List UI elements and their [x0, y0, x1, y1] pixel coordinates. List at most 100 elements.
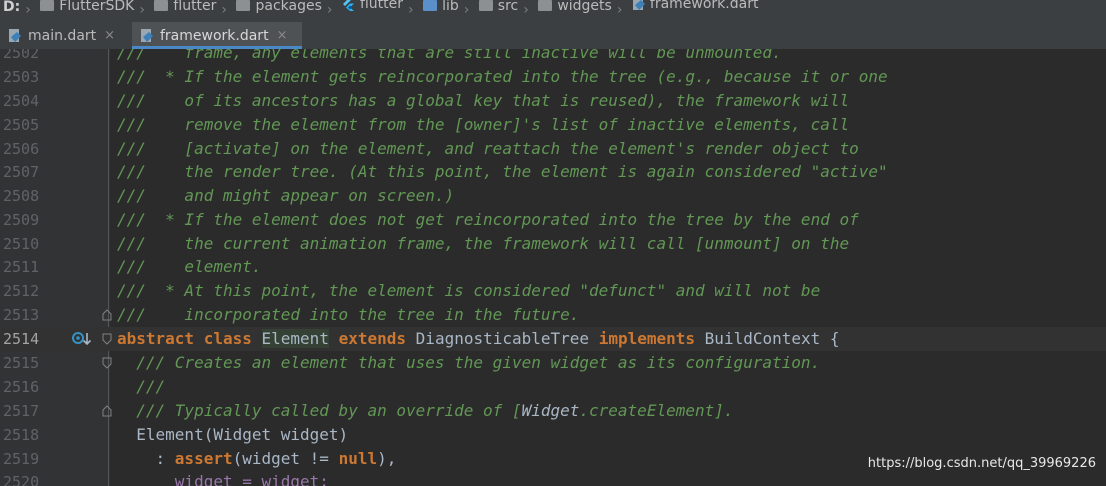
line-number: 2511	[3, 258, 40, 276]
initializer-assert: : assert(widget != null),	[117, 447, 397, 471]
comment-text: /// frame, any elements that are still i…	[117, 49, 782, 62]
editor-tabs: main.dart × framework.dart ×	[0, 17, 1106, 50]
chevron-right-icon: ›	[616, 2, 623, 17]
watermark: https://blog.csdn.net/qq_39969226	[867, 456, 1096, 471]
comment-text: /// Typically called by an override of […	[117, 399, 734, 423]
fold-end-icon[interactable]	[102, 405, 112, 417]
comment-text: /// the current animation frame, the fra…	[117, 234, 850, 253]
doc-dot: .	[579, 401, 590, 420]
breadcrumb-label: FlutterSDK	[59, 0, 135, 14]
line-number: 2509	[3, 211, 40, 229]
code-line[interactable]: 2518 Element(Widget widget)	[0, 423, 1106, 447]
breadcrumb-src[interactable]: src	[478, 0, 518, 13]
line-number: 2508	[3, 187, 40, 205]
line-number: 2515	[3, 354, 40, 372]
line-number: 2504	[3, 92, 40, 110]
code-line[interactable]: 2510 /// the current animation frame, the…	[0, 232, 1106, 256]
chevron-right-icon: ›	[463, 2, 470, 17]
code-line[interactable]: 2504 /// of its ancestors has a global ke…	[0, 89, 1106, 113]
breadcrumb-flutter-package[interactable]: flutter	[342, 0, 403, 11]
line-number: 2520	[3, 473, 40, 486]
dart-file-icon	[141, 28, 153, 42]
chevron-right-icon: ›	[25, 2, 31, 17]
line-number: 2517	[3, 402, 40, 420]
line-number: 2512	[3, 282, 40, 300]
breadcrumb-framework-dart[interactable]: framework.dart	[632, 0, 759, 12]
comment-text: /// of its ancestors has a global key th…	[117, 91, 850, 110]
tab-label: main.dart	[28, 27, 97, 44]
code-line[interactable]: 2516 ///	[0, 375, 1106, 399]
fold-start-icon[interactable]	[102, 357, 112, 369]
breadcrumb-label: widgets	[557, 0, 612, 14]
initializer-colon: :	[117, 449, 175, 468]
line-number: 2507	[3, 163, 40, 181]
close-icon[interactable]: ×	[277, 28, 288, 43]
breadcrumb-drive[interactable]: D:	[3, 0, 20, 14]
keyword-extends: extends	[338, 329, 407, 348]
code-line[interactable]: 2508 /// and might appear on screen.)	[0, 184, 1106, 208]
keyword-assert: assert	[174, 449, 233, 468]
comment-text: /// * At this point, the element is cons…	[117, 281, 821, 300]
overridden-implementation-icon[interactable]	[71, 330, 93, 348]
comment-text: /// incorporated into the tree in the fu…	[117, 305, 580, 324]
breadcrumb-label: framework.dart	[649, 0, 759, 12]
chevron-right-icon: ›	[221, 2, 228, 17]
breadcrumb-label: lib	[442, 0, 459, 14]
class-declaration: abstract class Element extends Diagnosti…	[117, 327, 840, 351]
breadcrumb-fluttersdk[interactable]: FlutterSDK	[40, 0, 134, 13]
fold-start-icon[interactable]	[102, 333, 112, 345]
tab-main-dart[interactable]: main.dart ×	[8, 22, 122, 49]
code-editor[interactable]: 2502 /// frame, any elements that are sti…	[0, 49, 1106, 486]
code-line[interactable]: 2517 /// Typically called by an override…	[0, 399, 1106, 423]
base-class: DiagnosticableTree	[415, 329, 590, 348]
code-line[interactable]: 2502 /// frame, any elements that are sti…	[0, 49, 1106, 65]
comment-text: ///	[117, 377, 166, 396]
breadcrumb-lib[interactable]: lib	[423, 0, 459, 13]
line-number: 2506	[3, 140, 40, 158]
code-line[interactable]: 2506 /// [activate] on the element, and r…	[0, 137, 1106, 161]
folder-icon	[538, 0, 553, 11]
fold-end-icon[interactable]	[102, 309, 112, 321]
line-number: 2505	[3, 116, 40, 134]
line-number: 2513	[3, 306, 40, 324]
tab-framework-dart[interactable]: framework.dart ×	[132, 22, 302, 49]
dart-file-icon	[632, 0, 645, 10]
comment-text: /// * If the element gets reincorporated…	[117, 67, 888, 86]
code-line[interactable]: 2503 /// * If the element gets reincorpor…	[0, 65, 1106, 89]
code-line[interactable]: 2511 /// element.	[0, 255, 1106, 279]
code-line-current[interactable]: 2514 abstract class Element extends Diag…	[0, 327, 1106, 351]
breadcrumb: D: › FlutterSDK › flutter › packages › flutt…	[0, 0, 1106, 17]
open-brace: {	[820, 329, 840, 348]
folder-icon	[478, 0, 493, 11]
code-line[interactable]: 2505 /// remove the element from the [own…	[0, 113, 1106, 137]
comment-text: /// Creates an element that uses the giv…	[117, 353, 821, 372]
chevron-right-icon: ›	[523, 2, 529, 17]
code-line[interactable]: 2512 /// * At this point, the element is …	[0, 279, 1106, 303]
keyword-null: null	[338, 449, 378, 468]
line-number: 2502	[3, 49, 40, 62]
comment-suffix: ].	[714, 401, 734, 420]
code-line[interactable]: 2520 widget = widget;	[0, 470, 1106, 486]
code-line[interactable]: 2513 /// incorporated into the tree in th…	[0, 303, 1106, 327]
line-number: 2514	[3, 330, 40, 348]
breadcrumb-label: flutter	[173, 0, 217, 14]
comment-text: /// the render tree. (At this point, the…	[117, 162, 888, 181]
line-number: 2503	[3, 68, 40, 86]
breadcrumb-flutter[interactable]: flutter	[154, 0, 216, 13]
breadcrumb-label: packages	[255, 0, 322, 14]
chevron-right-icon: ›	[139, 2, 145, 17]
field-assignment: widget = widget;	[117, 472, 329, 486]
code-line[interactable]: 2507 /// the render tree. (At this point,…	[0, 160, 1106, 184]
line-number: 2518	[3, 426, 40, 444]
close-icon[interactable]: ×	[104, 28, 115, 43]
code-line[interactable]: 2509 /// * If the element does not get re…	[0, 208, 1106, 232]
breadcrumb-widgets[interactable]: widgets	[538, 0, 612, 13]
breadcrumb-packages[interactable]: packages	[236, 0, 322, 14]
comment-prefix: /// Typically called by an override of [	[117, 401, 522, 420]
code-line[interactable]: 2515 /// Creates an element that uses th…	[0, 351, 1106, 375]
drive-label: D:	[3, 0, 21, 15]
keyword-abstract: abstract	[117, 329, 195, 348]
folder-icon	[40, 0, 55, 11]
doc-reference[interactable]: Widget	[522, 401, 580, 420]
breadcrumb-label: flutter	[359, 0, 403, 12]
